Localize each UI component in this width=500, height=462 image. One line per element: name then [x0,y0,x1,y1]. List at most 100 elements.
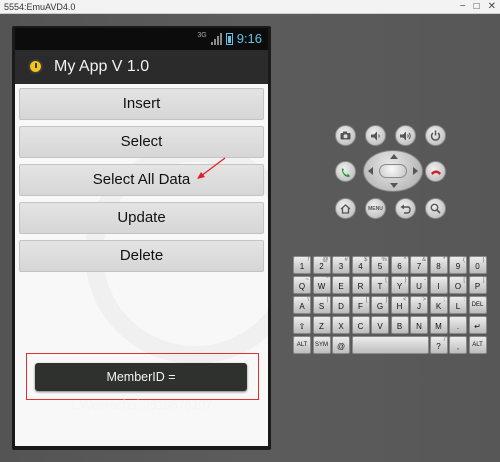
key-x[interactable]: X [332,316,350,334]
dpad-down-icon [390,183,398,188]
camera-button[interactable] [335,125,356,146]
key-i[interactable]: I [429,276,448,294]
key-label: 0 [475,262,480,271]
key-label: A [299,302,305,311]
key-a[interactable]: \ A [293,296,311,314]
key-label: C [357,322,364,331]
call-button[interactable] [335,161,356,182]
key-label: ALT [296,342,308,348]
maximize-button[interactable]: □ [474,1,480,13]
key-d[interactable]: D [332,296,350,314]
delete-button[interactable]: Delete [19,240,264,272]
key-o[interactable]: [O [449,276,467,294]
key-label: G [376,302,384,311]
app-title-bar: My App V 1.0 [15,50,268,84]
key-c[interactable]: C [351,316,370,334]
key-z[interactable]: Z [312,316,331,334]
search-button[interactable] [425,198,446,219]
key-comma[interactable]: , [449,336,467,354]
window-titlebar: 5554:EmuAVD4.0 − □ ✕ [0,0,500,14]
key-alt-left[interactable]: ALT [293,336,311,354]
key-label: T [377,282,383,291]
end-call-button[interactable] [425,161,446,182]
key-label: P [474,282,481,291]
key-k[interactable]: ; K [429,296,448,314]
key-f[interactable]: [F [351,296,370,314]
select-button[interactable]: Select [19,126,264,158]
close-button[interactable]: ✕ [488,1,496,13]
key-0[interactable]: ) 0 [468,256,487,274]
key-shift[interactable]: ⇧ [293,316,311,334]
key-p[interactable]: ] P [468,276,487,294]
menu-label: MENU [368,205,383,212]
key-2[interactable]: @2 [312,256,331,274]
dpad[interactable] [363,150,423,192]
key-label: . [456,322,460,331]
key-label: @ [336,342,346,351]
key-label: 9 [455,262,461,271]
key-7[interactable]: & 7 [410,256,428,274]
dpad-left-icon [368,167,373,175]
annotation-arrow-icon [197,157,226,179]
key-h[interactable]: < H [390,296,409,314]
key-1[interactable]: ! 1 [293,256,311,274]
key-m[interactable]: M [429,316,448,334]
key-4[interactable]: $4 [351,256,370,274]
key-y[interactable]: } Y [390,276,409,294]
enter-icon: ↵ [474,322,481,331]
key-period[interactable]: . [449,316,467,334]
volume-up-button[interactable] [395,125,416,146]
key-8[interactable]: * 8 [429,256,448,274]
menu-button[interactable]: MENU [365,198,386,219]
volume-down-button[interactable] [365,125,386,146]
key-e[interactable]: ´ E [332,276,350,294]
signal-icon [210,32,222,45]
key-l[interactable]: :L [449,296,467,314]
dpad-center-button[interactable] [379,164,407,178]
key-label: O [454,282,462,291]
call-icon [341,167,350,177]
end-call-icon [430,170,441,175]
key-alt-right[interactable]: ALT [468,336,487,354]
key-u[interactable]: -U [410,276,428,294]
key-del[interactable]: DEL [468,296,487,314]
key-sym[interactable]: SYM [312,336,331,354]
select-all-data-button[interactable]: Select All Data [19,164,264,196]
key-slash[interactable]: /? [429,336,448,354]
camera-icon [340,131,351,140]
key-label: Z [319,322,324,331]
key-t[interactable]: {T [371,276,389,294]
key-w[interactable]: " W [312,276,331,294]
key-label: S [318,302,325,311]
battery-icon [225,32,233,45]
toast-message: MemberID = 1,Weerachai,0819876107 [35,363,247,412]
volume-up-icon [400,131,411,140]
minimize-button[interactable]: − [460,1,466,13]
volume-down-icon [371,131,380,140]
back-button[interactable] [395,198,416,219]
key-5[interactable]: % 5 [371,256,389,274]
key-label: ? [436,342,441,351]
window-title: 5554:EmuAVD4.0 [4,2,76,12]
key-at[interactable]: @ [332,336,350,354]
key-v[interactable]: V [371,316,389,334]
key-r[interactable]: R [351,276,370,294]
update-button[interactable]: Update [19,202,264,234]
insert-button[interactable]: Insert [19,88,264,120]
key-s[interactable]: | S [312,296,331,314]
power-button[interactable] [425,125,446,146]
key-label: 5 [377,262,383,271]
status-bar: 3G 9:16 [15,28,268,50]
key-enter[interactable]: ↵ [468,316,487,334]
key-3[interactable]: #3 [332,256,350,274]
app-icon [28,59,43,74]
key-q[interactable]: ~ Q [293,276,311,294]
key-n[interactable]: N [410,316,428,334]
key-g[interactable]: ] G [371,296,389,314]
key-space[interactable] [351,336,429,354]
key-9[interactable]: (9 [449,256,467,274]
key-j[interactable]: > J [410,296,428,314]
key-6[interactable]: ^ 6 [390,256,409,274]
key-b[interactable]: B [390,316,409,334]
home-button[interactable] [335,198,356,219]
